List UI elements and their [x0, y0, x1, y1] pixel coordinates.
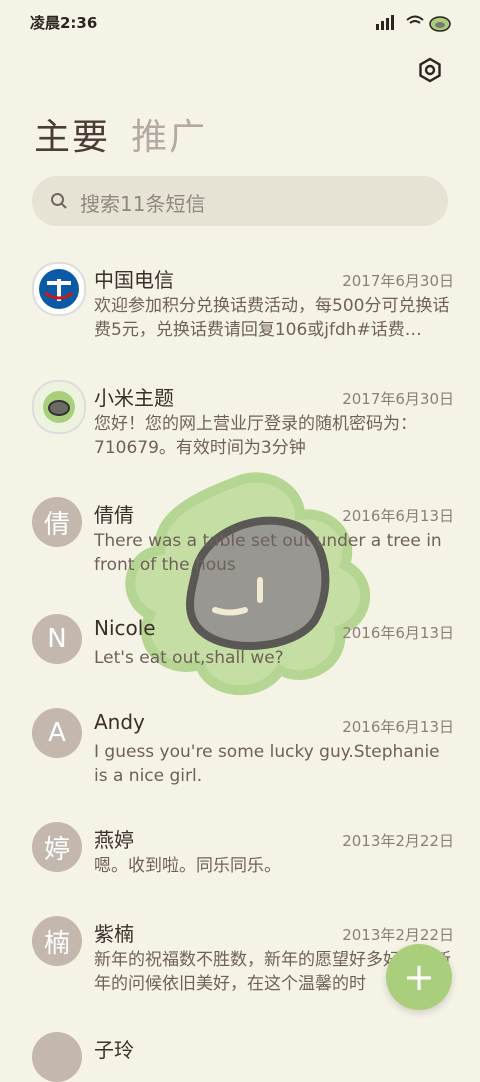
tab-primary[interactable]: 主要	[34, 108, 110, 160]
message-date: 2016年6月13日	[342, 718, 454, 736]
message-list[interactable]: 中国电信 2017年6月30日 欢迎参加积分兑换话费活动，每500分可兑换话费5元，…	[0, 250, 480, 1082]
sender-name: 子玲	[94, 1038, 134, 1062]
message-preview: There was a table set out under a tree i…	[94, 531, 442, 575]
status-icons	[376, 15, 451, 32]
sender-name: 倩倩	[94, 503, 134, 527]
battery-icon	[429, 16, 451, 32]
avatar[interactable]: 倩	[32, 497, 82, 547]
message-date: 2017年6月30日	[342, 272, 454, 290]
message-date: 2013年2月22日	[342, 832, 454, 850]
avatar[interactable]	[32, 380, 86, 434]
signal-icon	[376, 15, 394, 30]
tab-bar: 主要 推广	[34, 108, 223, 158]
message-preview: Let's eat out,shall we?	[94, 648, 284, 668]
sender-name: 小米主题	[94, 386, 174, 410]
message-date: 2013年2月22日	[342, 926, 454, 944]
status-bar: 凌晨2:36	[0, 0, 480, 44]
avatar[interactable]: N	[32, 614, 82, 664]
sender-name: 燕婷	[94, 828, 134, 852]
new-message-button[interactable]: +	[386, 944, 452, 1010]
xiaomi-theme-logo-icon	[43, 391, 75, 423]
message-preview: I guess you're some lucky guy.Stephanie …	[94, 742, 440, 786]
china-telecom-logo-icon	[39, 269, 79, 309]
message-date: 2016年6月13日	[342, 507, 454, 525]
search-bar[interactable]: 搜索11条短信	[32, 176, 448, 226]
message-preview: 您好！您的网上营业厅登录的随机密码为：710679。有效时间为3分钟	[94, 414, 417, 458]
avatar[interactable]: 楠	[32, 916, 82, 966]
message-preview: 欢迎参加积分兑换话费活动，每500分可兑换话费5元，兑换话费请回复106或jfd…	[94, 296, 450, 340]
sender-name: Nicole	[94, 616, 156, 640]
tab-promotions[interactable]: 推广	[131, 108, 207, 160]
sender-name: 紫楠	[94, 922, 134, 946]
message-preview: 嗯。收到啦。同乐同乐。	[94, 856, 281, 876]
search-icon	[51, 193, 67, 209]
message-date: 2016年6月13日	[342, 624, 454, 642]
plus-icon: +	[403, 955, 435, 999]
avatar[interactable]: 婷	[32, 822, 82, 872]
sender-name: 中国电信	[94, 268, 174, 292]
wifi-icon	[406, 15, 424, 24]
status-time: 凌晨2:36	[30, 14, 98, 32]
avatar[interactable]: A	[32, 708, 82, 758]
settings-button[interactable]	[416, 56, 444, 84]
sender-name: Andy	[94, 710, 145, 734]
gear-icon	[419, 57, 441, 83]
avatar[interactable]	[32, 262, 86, 316]
search-input[interactable]: 搜索11条短信	[80, 188, 205, 217]
message-date: 2017年6月30日	[342, 390, 454, 408]
